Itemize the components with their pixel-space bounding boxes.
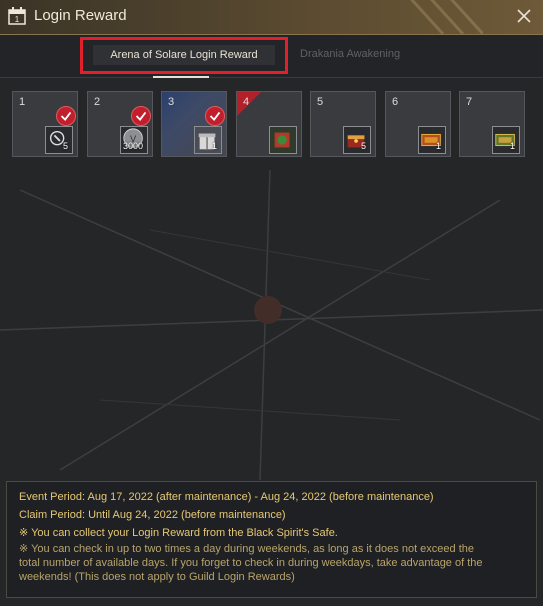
- reward-slots: 1 5 2 V 3000 3 1 4 5 5 6 1 7 1: [12, 91, 532, 161]
- background-map: [0, 170, 543, 480]
- day-number: 6: [392, 96, 399, 108]
- active-tab-indicator: [153, 76, 209, 78]
- coupon-icon: 1: [418, 126, 446, 154]
- reward-slot-day-4[interactable]: 4: [236, 91, 302, 157]
- note-weekend-line-3: weekends! (This does not apply to Guild …: [19, 571, 295, 583]
- claim-period: Claim Period: Until Aug 24, 2022 (before…: [19, 509, 286, 521]
- silver-coin-icon: V 3000: [120, 126, 148, 154]
- weapon-box-icon: 5: [45, 126, 73, 154]
- item-count: 1: [509, 141, 515, 151]
- day-number: 4: [243, 96, 250, 108]
- tab-arena-of-solare[interactable]: Arena of Solare Login Reward: [80, 37, 288, 74]
- day-number: 3: [168, 96, 175, 108]
- claimed-check-icon: [131, 106, 151, 126]
- note-weekend-line-2: total number of available days. If you f…: [19, 557, 483, 569]
- note-weekend-line-1: ※ You can check in up to two times a day…: [19, 543, 475, 555]
- item-count: 3000: [122, 141, 143, 151]
- tab-arena-of-solare-label: Arena of Solare Login Reward: [93, 45, 275, 65]
- item-count: 1: [435, 141, 441, 151]
- claimed-check-icon: [205, 106, 225, 126]
- item-count: 5: [62, 141, 68, 151]
- calendar-icon: 1: [8, 7, 26, 25]
- event-period: Event Period: Aug 17, 2022 (after mainte…: [19, 491, 434, 503]
- calendar-day: 1: [15, 15, 20, 24]
- reward-slot-day-5[interactable]: 5 5: [310, 91, 376, 157]
- day-number: 7: [466, 96, 473, 108]
- reward-slot-day-1[interactable]: 1 5: [12, 91, 78, 157]
- note-black-spirit-safe: ※ You can collect your Login Reward from…: [19, 527, 338, 539]
- day-number: 1: [19, 96, 26, 108]
- reward-slot-day-7[interactable]: 7 1: [459, 91, 525, 157]
- title-bar: 1 Login Reward: [0, 0, 543, 35]
- day-number: 5: [317, 96, 324, 108]
- reward-slot-day-2[interactable]: 2 V 3000: [87, 91, 153, 157]
- gift-crate-icon: [269, 126, 297, 154]
- reward-slot-day-6[interactable]: 6 1: [385, 91, 451, 157]
- claimed-check-icon: [56, 106, 76, 126]
- reward-slot-day-3[interactable]: 3 1: [161, 91, 227, 157]
- window-title: Login Reward: [34, 7, 127, 24]
- login-reward-window: 1 Login Reward Arena of Solare Login Rew…: [0, 0, 543, 606]
- title-decoration: [410, 0, 483, 34]
- gift-box-icon: 1: [194, 126, 222, 154]
- item-count: 1: [211, 141, 217, 151]
- day-number: 2: [94, 96, 101, 108]
- event-info-panel: Event Period: Aug 17, 2022 (after mainte…: [6, 481, 537, 598]
- green-coupon-icon: 1: [492, 126, 520, 154]
- treasure-chest-icon: 5: [343, 126, 371, 154]
- close-icon[interactable]: [515, 7, 533, 25]
- tab-drakania-awakening[interactable]: Drakania Awakening: [300, 48, 400, 60]
- item-count: 5: [360, 141, 366, 151]
